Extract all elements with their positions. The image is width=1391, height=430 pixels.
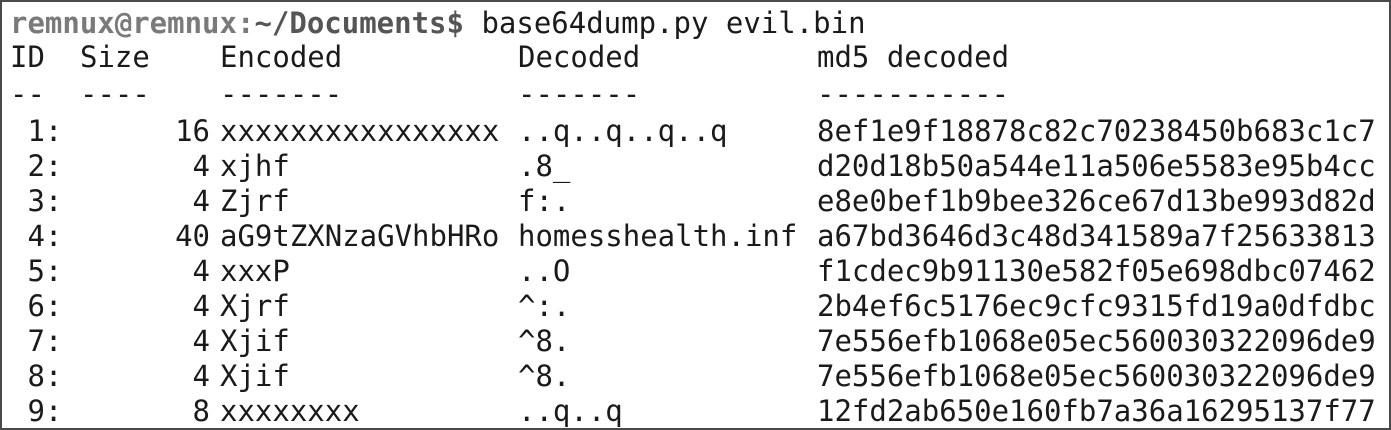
divider-encoded: ------- <box>220 77 343 111</box>
row-size: 4 <box>192 184 210 218</box>
header-id: ID <box>10 40 45 74</box>
table-header-row: ID Size Encoded Decoded md5 decoded <box>10 39 1380 76</box>
table-row: 7: 4 Xjif ^8. 7e556efb1068e05ec560030322… <box>10 323 1380 360</box>
prompt-line: remnux@remnux:~/Documents$ base64dump.py… <box>10 5 866 42</box>
table-row: 5: 4 xxxP ..O f1cdec9b91130e582f05e698db… <box>10 253 1380 290</box>
row-md5: 7e556efb1068e05ec560030322096de9 <box>817 359 1376 393</box>
row-encoded: xjhf <box>220 149 290 183</box>
row-encoded: xxxP <box>220 254 290 288</box>
row-size: 4 <box>192 289 210 323</box>
row-decoded: ^8. <box>518 324 571 358</box>
row-md5: d20d18b50a544e11a506e5583e95b4cc <box>817 149 1376 183</box>
row-decoded: ^8. <box>518 359 571 393</box>
table-row: 3: 4 Zjrf f:. e8e0bef1b9bee326ce67d13be9… <box>10 183 1380 220</box>
table-row: 9: 8 xxxxxxxx ..q..q 12fd2ab650e160fb7a3… <box>10 393 1380 428</box>
row-id: 8: <box>10 359 63 393</box>
header-encoded: Encoded <box>220 40 343 74</box>
row-encoded: Xjif <box>220 324 290 358</box>
prompt-symbol: $ <box>446 6 464 40</box>
row-id: 6: <box>10 289 63 323</box>
row-size: 4 <box>192 359 210 393</box>
row-md5: e8e0bef1b9bee326ce67d13be993d82d <box>817 184 1376 218</box>
row-decoded: ..O <box>518 254 571 288</box>
header-decoded: Decoded <box>518 40 641 74</box>
row-encoded: Xjrf <box>220 289 290 323</box>
row-encoded: xxxxxxxxxxxxxxxx <box>220 114 500 148</box>
row-size: 4 <box>192 324 210 358</box>
row-decoded: .8_ <box>518 149 571 183</box>
row-md5: 12fd2ab650e160fb7a36a16295137f77 <box>817 394 1376 428</box>
row-encoded: aG9tZXNzaGVhbHRo <box>220 219 500 253</box>
prompt-separator: : <box>236 6 255 40</box>
table-row: 6: 4 Xjrf ^:. 2b4ef6c5176ec9cfc9315fd19a… <box>10 288 1380 325</box>
row-size: 4 <box>192 254 210 288</box>
row-decoded: ^:. <box>518 289 571 323</box>
divider-decoded: ------- <box>518 77 641 111</box>
row-size: 40 <box>175 219 210 253</box>
prompt-path: ~/Documents <box>254 6 447 40</box>
row-size: 8 <box>192 394 210 428</box>
row-md5: f1cdec9b91130e582f05e698dbc07462 <box>817 254 1376 288</box>
divider-size: ---- <box>80 77 150 111</box>
table-divider-row: -- ---- ------- ------- ----------- <box>10 76 1380 113</box>
header-md5: md5 decoded <box>817 40 1010 74</box>
row-size: 4 <box>192 149 210 183</box>
row-md5: 2b4ef6c5176ec9cfc9315fd19a0dfdbc <box>817 289 1376 323</box>
prompt-user-host: remnux@remnux <box>10 6 237 40</box>
table-row: 8: 4 Xjif ^8. 7e556efb1068e05ec560030322… <box>10 358 1380 395</box>
row-decoded: f:. <box>518 184 571 218</box>
row-encoded: Xjif <box>220 359 290 393</box>
terminal-window[interactable]: remnux@remnux:~/Documents$ base64dump.py… <box>0 0 1391 430</box>
row-id: 5: <box>10 254 63 288</box>
row-decoded: ..q..q <box>518 394 623 428</box>
row-md5: 7e556efb1068e05ec560030322096de9 <box>817 324 1376 358</box>
divider-md5: ----------- <box>817 77 1010 111</box>
header-size: Size <box>80 40 150 74</box>
divider-id: -- <box>10 77 45 111</box>
row-id: 1: <box>10 114 63 148</box>
row-decoded: ..q..q..q..q <box>518 114 728 148</box>
table-row: 4: 40 aG9tZXNzaGVhbHRo homesshealth.inf … <box>10 218 1380 255</box>
row-id: 7: <box>10 324 63 358</box>
row-id: 9: <box>10 394 63 428</box>
row-decoded: homesshealth.inf <box>518 219 798 253</box>
row-md5: 8ef1e9f18878c82c70238450b683c1c7 <box>817 114 1376 148</box>
row-id: 2: <box>10 149 63 183</box>
row-encoded: xxxxxxxx <box>220 394 360 428</box>
row-id: 3: <box>10 184 63 218</box>
row-id: 4: <box>10 219 63 253</box>
command-text: base64dump.py evil.bin <box>463 6 866 40</box>
row-size: 16 <box>175 114 210 148</box>
table-row: 2: 4 xjhf .8_ d20d18b50a544e11a506e5583e… <box>10 148 1380 185</box>
row-md5: a67bd3646d3c48d341589a7f25633813 <box>817 219 1376 253</box>
row-encoded: Zjrf <box>220 184 290 218</box>
table-row: 1: 16 xxxxxxxxxxxxxxxx ..q..q..q..q 8ef1… <box>10 113 1380 150</box>
